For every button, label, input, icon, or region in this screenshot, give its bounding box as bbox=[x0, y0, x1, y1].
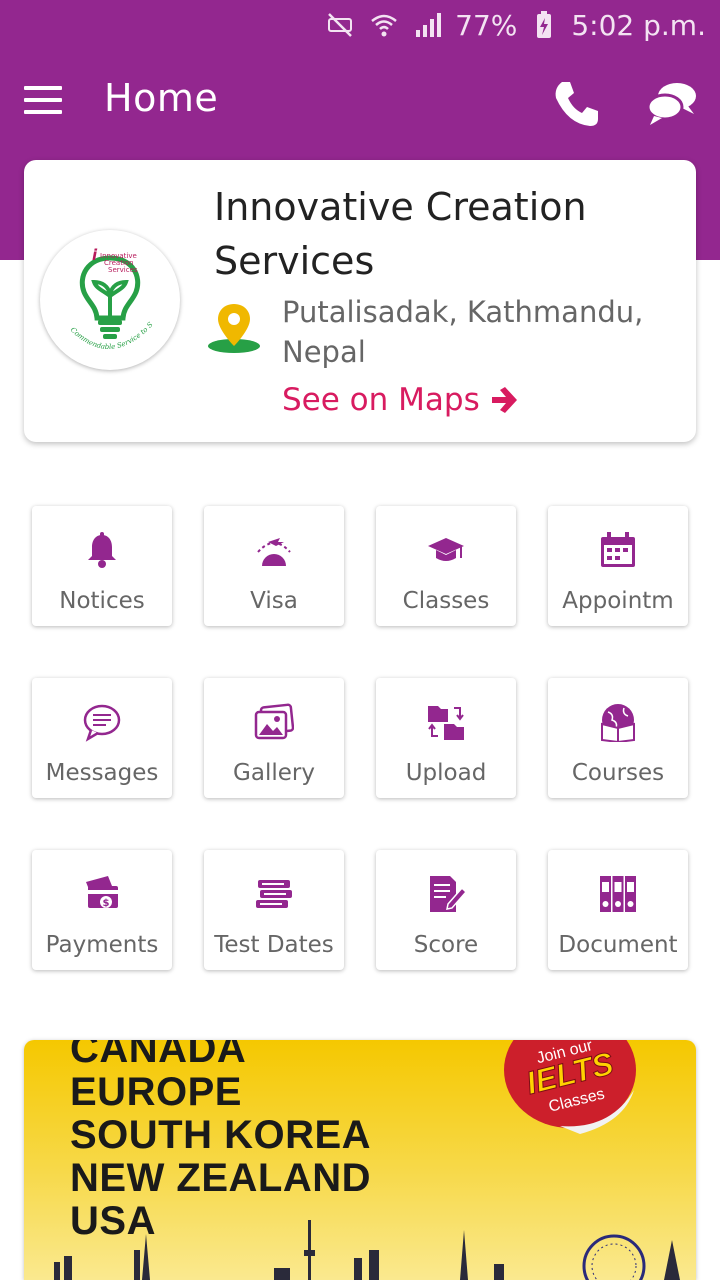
country-new-zealand: NEW ZEALAND bbox=[70, 1156, 372, 1200]
test-dates-label: Test Dates bbox=[214, 932, 334, 958]
folder-transfer-icon bbox=[426, 702, 466, 742]
app-bar: Home bbox=[0, 58, 720, 142]
payment-card-icon: $ bbox=[82, 874, 122, 914]
city-skyline bbox=[54, 1220, 680, 1280]
courses-label: Courses bbox=[571, 760, 665, 786]
test-dates-tile[interactable]: Test Dates bbox=[204, 850, 344, 970]
classes-tile[interactable]: Classes bbox=[376, 506, 516, 626]
gallery-icon bbox=[254, 702, 295, 742]
page-title: Home bbox=[104, 76, 219, 120]
hamburger-line bbox=[24, 110, 62, 114]
messages-tile[interactable]: Messages bbox=[32, 678, 172, 798]
classes-label: Classes bbox=[402, 588, 490, 614]
appointment-label: Appointm bbox=[562, 588, 674, 614]
country-canada: CANADA bbox=[70, 1040, 247, 1071]
payments-tile[interactable]: $ Payments bbox=[32, 850, 172, 970]
upload-tile[interactable]: Upload bbox=[376, 678, 516, 798]
payments-label: Payments bbox=[45, 932, 159, 958]
hamburger-line bbox=[24, 86, 62, 90]
gallery-label: Gallery bbox=[233, 760, 315, 786]
document-label: Document bbox=[558, 932, 678, 958]
globe-book-icon bbox=[598, 702, 638, 744]
chat-bubble-icon bbox=[82, 702, 122, 742]
notices-label: Notices bbox=[59, 588, 145, 614]
book-stack-icon bbox=[254, 874, 294, 914]
edit-document-icon bbox=[426, 874, 468, 914]
company-name: Innovative Creation Services bbox=[214, 185, 587, 283]
see-on-maps-link[interactable]: See on Maps bbox=[282, 382, 520, 418]
score-tile[interactable]: Score bbox=[376, 850, 516, 970]
courses-tile[interactable]: Courses bbox=[548, 678, 688, 798]
location-pin-icon bbox=[206, 300, 262, 356]
upload-label: Upload bbox=[405, 760, 487, 786]
ielts-badge: Join our IELTS Classes bbox=[500, 1040, 640, 1140]
see-on-maps-label: See on Maps bbox=[282, 382, 480, 418]
hamburger-line bbox=[24, 98, 62, 102]
arrow-right-icon bbox=[491, 387, 517, 413]
score-label: Score bbox=[413, 932, 479, 958]
battery-percent: 77% bbox=[455, 8, 518, 42]
country-south-korea: SOUTH KOREA bbox=[70, 1113, 372, 1157]
globe-plane-icon bbox=[254, 530, 294, 570]
clock: 5:02 p.m. bbox=[571, 8, 706, 42]
mute-icon bbox=[323, 8, 357, 42]
notices-tile[interactable]: Notices bbox=[32, 506, 172, 626]
svg-text:$: $ bbox=[103, 898, 110, 909]
graduation-cap-icon bbox=[426, 530, 466, 570]
country-list: CANADA EUROPE SOUTH KOREA NEW ZEALAND US… bbox=[70, 1040, 371, 1243]
profile-card: i Innovative Creation Services Commendab… bbox=[24, 160, 696, 442]
ielts-banner[interactable]: CANADA EUROPE SOUTH KOREA NEW ZEALAND US… bbox=[24, 1040, 696, 1280]
logo-text-3: Services bbox=[108, 266, 138, 274]
signal-icon bbox=[411, 8, 445, 42]
status-bar: 77% 5:02 p.m. bbox=[0, 0, 720, 50]
wifi-icon bbox=[367, 8, 401, 42]
svg-text:i: i bbox=[92, 246, 98, 264]
bell-icon bbox=[82, 530, 122, 570]
calendar-icon bbox=[598, 530, 638, 570]
menu-button[interactable] bbox=[24, 78, 72, 122]
phone-icon[interactable] bbox=[548, 76, 604, 132]
visa-label: Visa bbox=[250, 588, 298, 614]
company-logo: i Innovative Creation Services Commendab… bbox=[40, 230, 180, 370]
chat-icon[interactable] bbox=[644, 76, 700, 132]
messages-label: Messages bbox=[45, 760, 159, 786]
binders-icon bbox=[598, 874, 638, 914]
address: Putalisadak, Kathmandu, Nepal bbox=[282, 295, 644, 369]
visa-tile[interactable]: Visa bbox=[204, 506, 344, 626]
battery-charging-icon bbox=[527, 8, 561, 42]
document-tile[interactable]: Document bbox=[548, 850, 688, 970]
gallery-tile[interactable]: Gallery bbox=[204, 678, 344, 798]
appointment-tile[interactable]: Appointm bbox=[548, 506, 688, 626]
country-europe: EUROPE bbox=[70, 1070, 242, 1114]
